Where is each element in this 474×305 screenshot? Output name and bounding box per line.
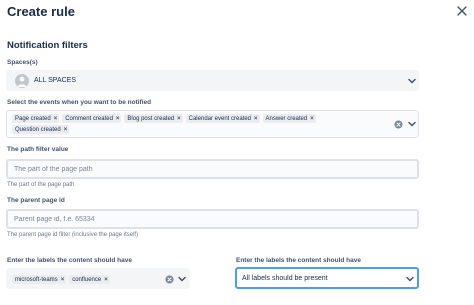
chevron-down-icon[interactable] — [407, 76, 417, 86]
path-helper-text: The part of the page path — [7, 182, 75, 188]
spaces-label: Spaces(s) — [7, 59, 38, 66]
events-multiselect[interactable]: Page created × Comment created × Blog post… — [6, 110, 419, 138]
parent-label: The parent page id — [7, 197, 65, 204]
event-tag: Blog post created × — [124, 114, 183, 123]
events-tag-list: Page created × Comment created × Blog post… — [12, 114, 372, 134]
event-tag: Comment created × — [62, 114, 122, 123]
label-tag: confluence × — [69, 275, 110, 284]
remove-tag-icon[interactable]: × — [116, 116, 120, 122]
section-title: Notification filters — [7, 40, 88, 51]
events-label: Select the events when you want to be no… — [7, 99, 152, 106]
remove-tag-icon[interactable]: × — [254, 116, 258, 122]
event-tag: Page created × — [12, 114, 60, 123]
clear-icon[interactable] — [394, 120, 403, 129]
label-tag: microsoft-teams × — [12, 275, 67, 284]
remove-tag-icon[interactable]: × — [104, 277, 108, 283]
path-filter-input[interactable] — [6, 159, 419, 179]
remove-tag-icon[interactable]: × — [61, 277, 65, 283]
remove-tag-icon[interactable]: × — [64, 127, 68, 133]
chevron-down-icon[interactable] — [407, 119, 417, 129]
chevron-down-icon[interactable] — [177, 274, 187, 284]
event-tag: Calendar event created × — [185, 114, 260, 123]
path-label: The path filter value — [7, 146, 69, 153]
clear-icon[interactable] — [165, 275, 174, 284]
space-avatar-icon — [15, 74, 29, 88]
remove-tag-icon[interactable]: × — [177, 116, 181, 122]
chevron-down-icon[interactable] — [405, 274, 415, 284]
spaces-value: ALL SPACES — [34, 77, 77, 84]
dialog-title: Create rule — [7, 4, 75, 19]
remove-tag-icon[interactable]: × — [310, 116, 314, 122]
spaces-select[interactable]: ALL SPACES — [6, 70, 419, 91]
remove-tag-icon[interactable]: × — [54, 116, 58, 122]
close-icon[interactable] — [455, 4, 469, 18]
parent-helper-text: The parent page id filter (inclusive the… — [7, 232, 139, 238]
labels-multiselect[interactable]: microsoft-teams × confluence × — [6, 268, 190, 289]
labels-mode-value: All labels should be present — [242, 275, 328, 282]
labels-mode-label: Enter the labels the content should have — [236, 257, 361, 264]
labels-label: Enter the labels the content should have — [7, 257, 132, 264]
parent-page-id-input[interactable] — [6, 209, 419, 229]
event-tag: Question created × — [12, 125, 70, 134]
labels-mode-select[interactable]: All labels should be present — [235, 267, 419, 289]
event-tag: Answer created × — [262, 114, 316, 123]
labels-tag-list: microsoft-teams × confluence × — [12, 275, 110, 284]
